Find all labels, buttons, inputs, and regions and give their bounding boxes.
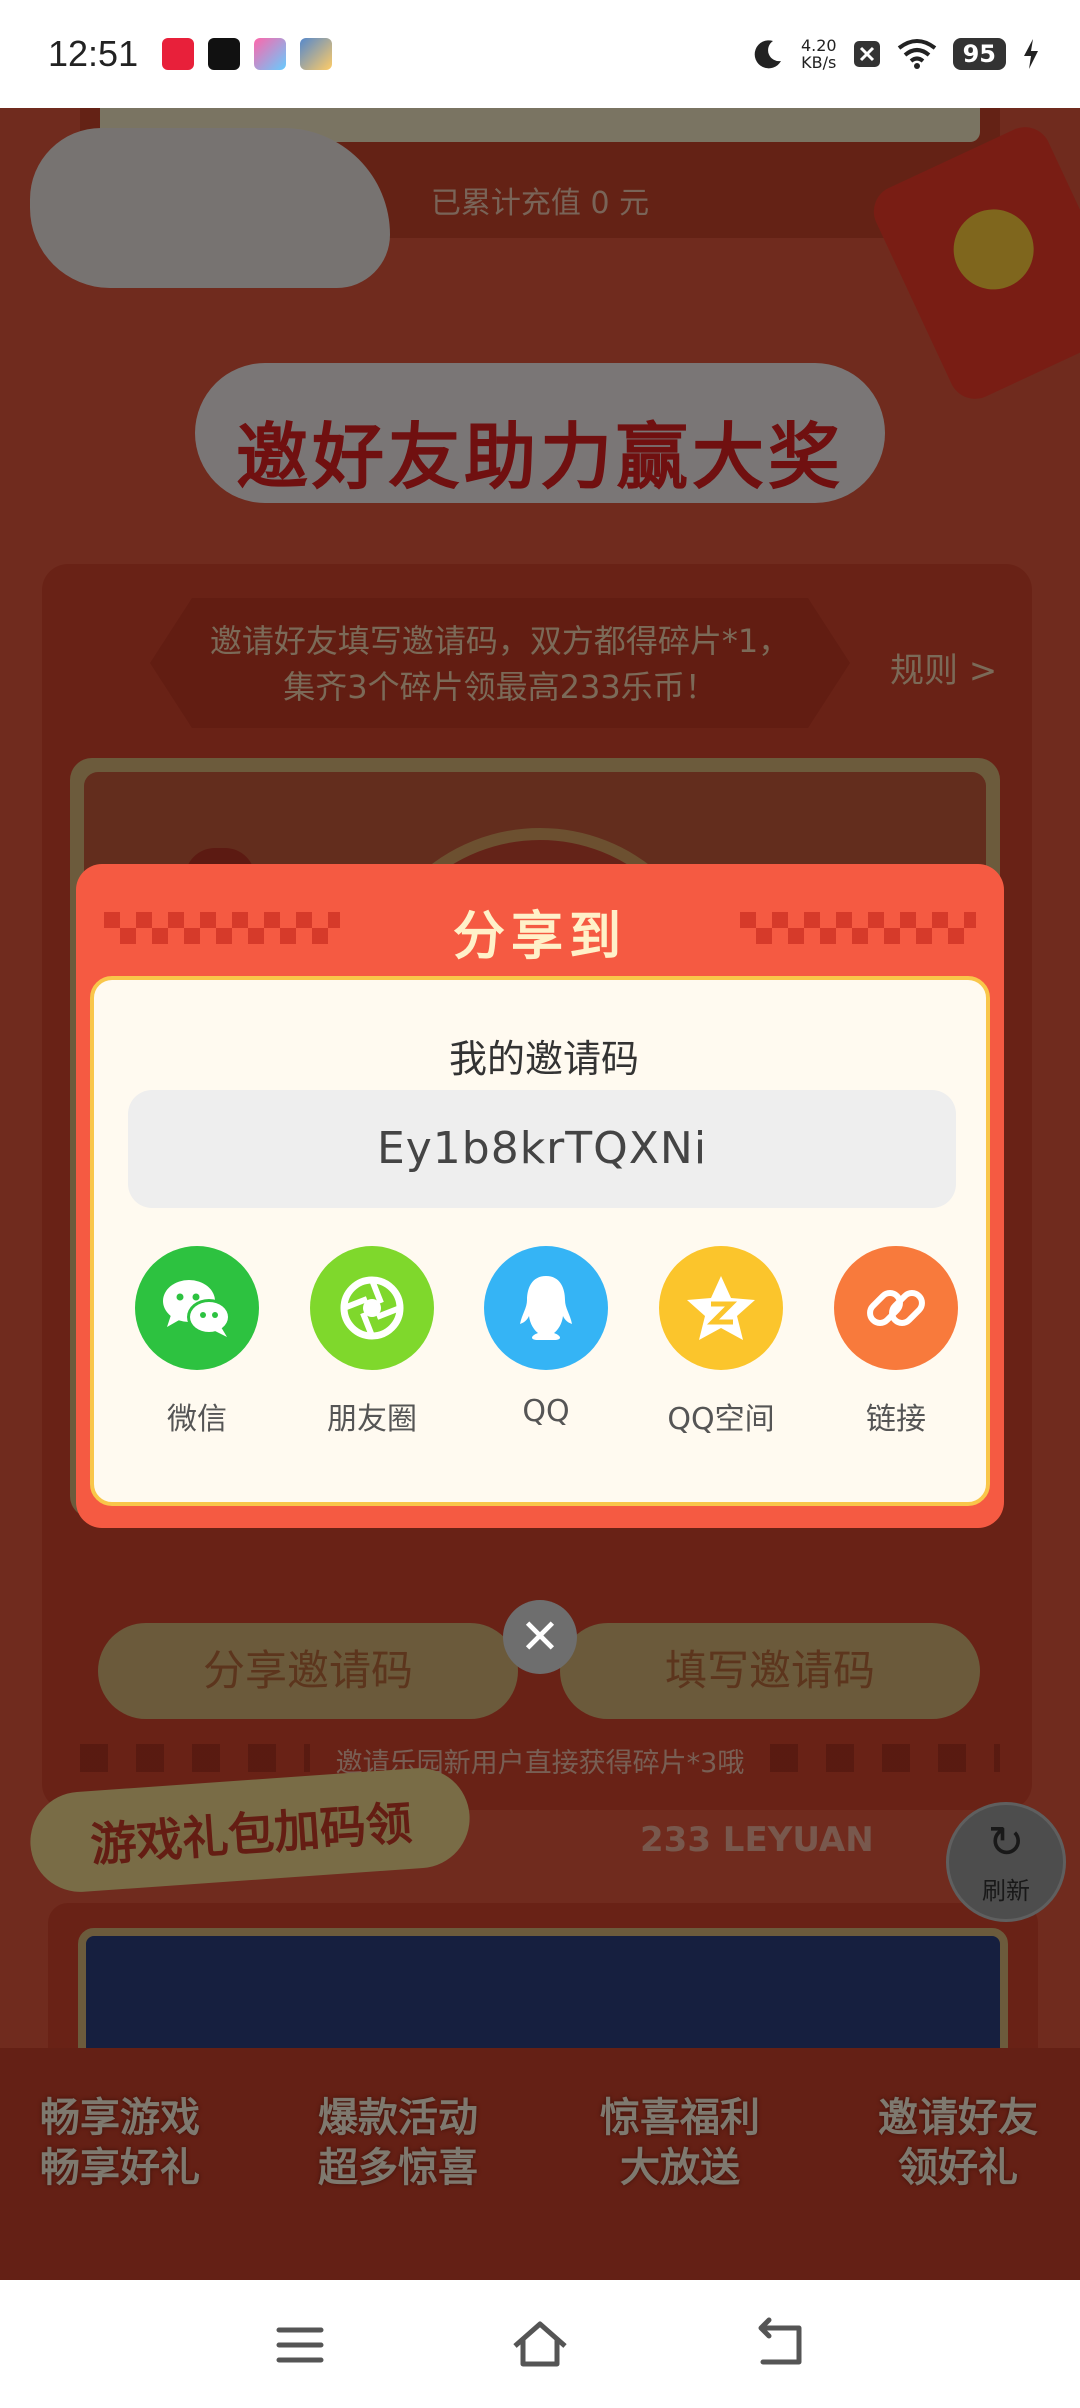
close-icon: ✕ bbox=[519, 1609, 561, 1665]
qzone-icon bbox=[659, 1246, 783, 1370]
share-wechat[interactable]: 微信 bbox=[132, 1246, 262, 1438]
qq-icon bbox=[484, 1246, 608, 1370]
home-icon[interactable] bbox=[505, 2310, 575, 2380]
wechat-icon bbox=[135, 1246, 259, 1370]
net-speed-unit: KB/s bbox=[801, 53, 837, 72]
close-box-icon bbox=[853, 41, 880, 67]
app-icon-1 bbox=[162, 38, 195, 70]
share-qzone[interactable]: QQ空间 bbox=[656, 1246, 786, 1438]
game-icon-1 bbox=[254, 38, 287, 70]
battery-icon: 95 bbox=[952, 38, 1006, 70]
moon-icon bbox=[754, 40, 781, 69]
invite-code-field[interactable]: Ey1b8krTQXNi bbox=[128, 1090, 956, 1208]
moments-icon bbox=[310, 1246, 434, 1370]
share-qq[interactable]: QQ bbox=[481, 1246, 611, 1429]
charging-icon bbox=[1024, 39, 1038, 69]
menu-icon[interactable] bbox=[265, 2310, 335, 2380]
dialog-title: 分享到 bbox=[452, 907, 627, 967]
back-icon[interactable] bbox=[745, 2310, 815, 2380]
wifi-icon bbox=[897, 39, 936, 69]
share-label: QQ bbox=[522, 1394, 570, 1429]
share-label: QQ空间 bbox=[667, 1402, 775, 1437]
net-speed-value: 4.20 bbox=[800, 36, 837, 55]
net-speed: 4.20 KB/s bbox=[801, 37, 837, 71]
status-bar: 12:51 4.20 KB/s 95 bbox=[0, 0, 1080, 108]
share-link[interactable]: 链接 bbox=[831, 1246, 961, 1438]
share-moments[interactable]: 朋友圈 bbox=[307, 1246, 437, 1438]
share-dialog: 分享到 我的邀请码 Ey1b8krTQXNi 微信 朋友圈 QQ QQ空间 链接 bbox=[76, 864, 1004, 1528]
status-time: 12:51 bbox=[48, 33, 139, 74]
game-icon-2 bbox=[300, 38, 333, 70]
dialog-panel: 我的邀请码 Ey1b8krTQXNi 微信 朋友圈 QQ QQ空间 链接 bbox=[90, 976, 990, 1506]
link-icon bbox=[834, 1246, 958, 1370]
share-label: 链接 bbox=[866, 1402, 926, 1437]
share-label: 微信 bbox=[167, 1402, 227, 1437]
navigation-bar bbox=[0, 2280, 1080, 2408]
tiktok-icon bbox=[208, 38, 241, 70]
close-button[interactable]: ✕ bbox=[503, 1600, 577, 1674]
my-code-label: 我的邀请码 bbox=[448, 1037, 639, 1081]
share-label: 朋友圈 bbox=[327, 1402, 417, 1437]
